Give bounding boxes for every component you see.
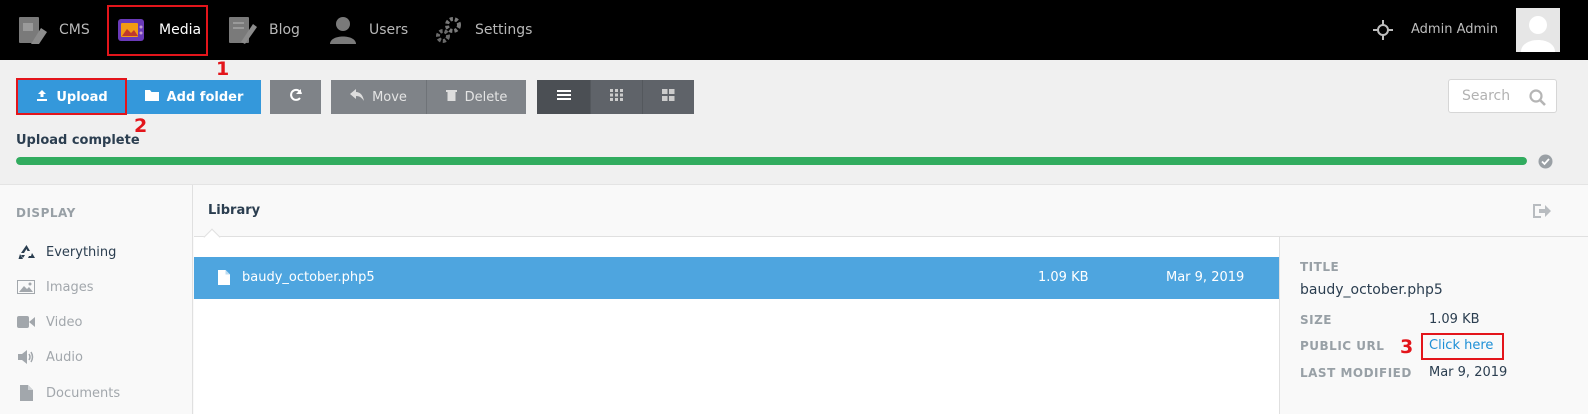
sidebar-label-images: Images [46,279,94,295]
avatar[interactable] [1516,8,1560,52]
move-label: Move [372,89,407,105]
table-row[interactable]: baudy_october.php5 1.09 KB Mar 9, 2019 [194,257,1279,299]
users-icon [327,14,359,46]
view-large-grid-button[interactable] [642,80,694,114]
annotation-number-1: 1 [216,58,230,80]
view-small-grid-button[interactable] [590,80,642,114]
annotation-box-upload [16,78,127,115]
add-folder-label: Add folder [166,89,244,105]
blog-icon [227,14,259,46]
sidebar-label-video: Video [46,314,83,330]
sidebar-item-documents[interactable]: Documents [16,382,120,404]
library-header [194,185,1588,237]
nav-item-cms[interactable]: CMS [17,0,90,60]
add-folder-button[interactable]: Add folder [126,80,261,114]
annotation-box-media [107,5,208,56]
file-size: 1.09 KB [1038,270,1089,285]
upload-progress-fill [16,157,1527,165]
file-icon [218,270,230,289]
delete-label: Delete [464,89,508,105]
inspector-size-value: 1.09 KB [1429,312,1480,327]
small-grid-icon [609,89,624,105]
annotation-box-public-url [1421,333,1504,360]
trash-icon [445,89,457,105]
large-grid-icon [662,89,675,105]
delete-button[interactable]: Delete [426,80,526,114]
view-list-button[interactable] [537,80,590,114]
search-placeholder: Search [1462,88,1511,104]
nav-label-cms: CMS [59,22,90,38]
inspector-modified-label: LAST MODIFIED [1300,366,1412,380]
search-input[interactable]: Search [1448,79,1557,113]
nav-label-blog: Blog [269,22,300,38]
nav-item-settings[interactable]: Settings [433,0,532,60]
account-name[interactable]: Admin Admin [1411,0,1498,60]
move-button[interactable]: Move [331,80,426,114]
nav-label-settings: Settings [475,22,533,38]
inspector-title-label: TITLE [1300,260,1340,274]
sidebar-item-audio[interactable]: Audio [16,346,83,368]
video-icon [16,316,36,328]
file-date: Mar 9, 2019 [1166,270,1245,285]
annotation-number-3: 3 [1400,336,1414,358]
sidebar-heading: DISPLAY [16,206,76,220]
sidebar-label-documents: Documents [46,385,121,401]
inspector-modified-value: Mar 9, 2019 [1429,365,1508,380]
upload-progress-bar [16,157,1527,165]
sidebar-item-everything[interactable]: Everything [16,241,116,263]
search-icon[interactable] [1529,89,1546,110]
upload-status-text: Upload complete [16,133,140,148]
recycle-icon [16,244,36,260]
toolbar [0,60,1588,185]
settings-icon [433,14,465,46]
audio-icon [16,350,36,364]
sidebar-label-everything: Everything [46,244,117,260]
crosshair-icon[interactable] [1373,20,1393,40]
file-name: baudy_october.php5 [242,270,375,285]
annotation-number-2: 2 [134,115,148,137]
nav-item-users[interactable]: Users [327,0,408,60]
check-circle-icon [1538,154,1553,169]
document-icon [16,385,36,401]
nav-item-blog[interactable]: Blog [227,0,300,60]
inspector-title-value: baudy_october.php5 [1300,282,1443,298]
refresh-icon [289,88,303,106]
sidebar-label-audio: Audio [46,349,83,365]
nav-label-users: Users [369,22,409,38]
library-title: Library [208,203,261,218]
folder-icon [144,89,159,105]
inspector-size-label: SIZE [1300,313,1333,327]
cms-icon [17,14,49,46]
sidebar-item-images[interactable]: Images [16,276,94,298]
inspector-url-label: PUBLIC URL [1300,339,1385,353]
refresh-button[interactable] [270,80,321,114]
list-view-icon [556,89,571,105]
sidebar-item-video[interactable]: Video [16,311,82,333]
reply-icon [350,89,365,105]
exit-icon[interactable] [1533,203,1551,223]
image-icon [16,280,36,294]
